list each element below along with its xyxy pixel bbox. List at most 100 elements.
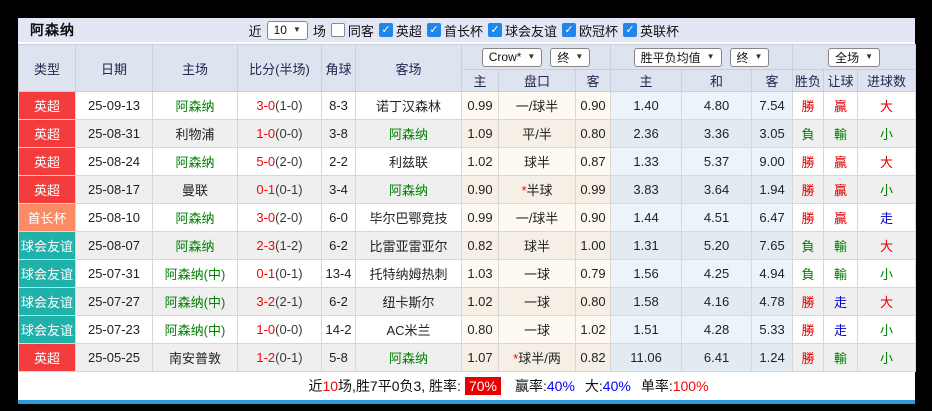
col-header-asia-home: 主 <box>461 69 499 92</box>
cell-date: 25-07-27 <box>75 287 153 316</box>
recent-games-select[interactable]: 10 ▼ <box>266 20 308 40</box>
cell-asia-away-odds: 0.90 <box>574 203 612 232</box>
cell-euro-home-odds: 1.51 <box>610 315 683 344</box>
chevron-down-icon: ▼ <box>706 52 715 61</box>
cell-asia-away-odds: 1.00 <box>574 231 612 260</box>
euro-odds-select[interactable]: 胜平负均值 ▼ <box>633 47 722 67</box>
checkbox-ucl[interactable]: ✓ <box>561 23 576 37</box>
cell-corners: 13-4 <box>321 259 356 288</box>
cell-euro-draw-odds: 4.51 <box>681 203 753 232</box>
col-header-date: 日期 <box>75 44 153 92</box>
cell-result: 勝 <box>792 315 825 344</box>
checkbox-club-friendly[interactable]: ✓ <box>487 23 502 37</box>
cell-goals-result: 小 <box>857 259 917 288</box>
cell-date: 25-08-31 <box>75 119 153 148</box>
single-rate-label: 单率: <box>640 378 673 394</box>
cell-euro-draw-odds: 3.64 <box>681 175 753 204</box>
cell-result: 勝 <box>792 203 825 232</box>
cell-away-team: 诺丁汉森林 <box>355 91 462 120</box>
cell-asia-home-odds: 0.99 <box>461 91 499 120</box>
cell-goals-result: 大 <box>857 287 917 316</box>
euro-odds-group: 胜平负均值 ▼ 终 ▼ <box>610 44 794 70</box>
cell-euro-away-odds: 9.00 <box>751 147 794 176</box>
cell-home-team: 阿森纳(中) <box>152 315 238 344</box>
filter-same-away[interactable]: ✓ 同客 <box>330 21 374 40</box>
full-time-score: 5-0 <box>256 154 276 169</box>
table-row: 英超 25-08-17 曼联 0-1(0-1) 3-4 阿森纳 0.90 *半球… <box>18 175 917 204</box>
full-time-score: 0-1 <box>256 182 276 197</box>
cell-euro-home-odds: 3.83 <box>610 175 683 204</box>
half-time-score: (1-2) <box>275 238 303 253</box>
col-header-type: 类型 <box>18 44 76 92</box>
cell-date: 25-05-25 <box>75 343 153 372</box>
filter-epl-label: 英超 <box>395 23 422 39</box>
asia-odds-state-select[interactable]: 终 ▼ <box>550 47 591 67</box>
half-time-score: (0-1) <box>275 350 303 365</box>
col-header-away: 客场 <box>355 44 462 92</box>
cell-date: 25-07-31 <box>75 259 153 288</box>
handicap-text: 一/球半 <box>515 99 559 114</box>
cell-result: 勝 <box>792 147 825 176</box>
cell-euro-away-odds: 4.94 <box>751 259 794 288</box>
col-header-euro-away: 客 <box>751 69 794 92</box>
handicap-text: 球半 <box>523 239 550 254</box>
cell-euro-home-odds: 1.31 <box>610 231 683 260</box>
cell-asia-home-odds: 0.82 <box>461 231 499 260</box>
games-suffix-label: 场 <box>312 23 326 39</box>
checkmark-icon: ✓ <box>490 23 500 36</box>
half-time-score: (2-1) <box>275 294 303 309</box>
cell-score: 3-0(1-0) <box>237 91 322 120</box>
win-rate-badge: 70% <box>464 377 501 395</box>
cell-asia-away-odds: 0.82 <box>574 343 612 372</box>
cell-handicap-result: 走 <box>823 287 859 316</box>
cell-home-team: 南安普敦 <box>152 343 238 372</box>
cell-corners: 6-2 <box>321 231 356 260</box>
checkbox-same-away[interactable]: ✓ <box>330 23 345 37</box>
odds-provider-value: Crow* <box>488 50 522 64</box>
checkbox-epl[interactable]: ✓ <box>378 23 393 37</box>
recent-label: 近 <box>248 23 262 39</box>
filter-epl[interactable]: ✓ 英超 <box>378 21 422 40</box>
cell-date: 25-09-13 <box>75 91 153 120</box>
euro-odds-state-value: 终 <box>736 50 749 65</box>
cell-home-team: 阿森纳 <box>152 147 238 176</box>
cell-asia-handicap: 一/球半 <box>498 203 576 232</box>
col-header-handicap-result: 让球 <box>823 69 859 92</box>
cell-asia-away-odds: 0.87 <box>574 147 612 176</box>
cell-competition: 球会友谊 <box>18 315 76 344</box>
filter-community-shield[interactable]: ✓ 首长杯 <box>426 21 483 40</box>
checkmark-icon: ✓ <box>625 23 635 36</box>
cell-euro-home-odds: 1.58 <box>610 287 683 316</box>
euro-odds-state-select[interactable]: 终 ▼ <box>729 47 770 67</box>
handicap-rate-value: 40% <box>546 378 575 394</box>
cell-result: 負 <box>792 119 825 148</box>
scope-select[interactable]: 全场 ▼ <box>828 47 880 67</box>
filter-ucl[interactable]: ✓ 欧冠杯 <box>561 21 618 40</box>
cell-euro-draw-odds: 5.20 <box>681 231 753 260</box>
cell-away-team: 阿森纳 <box>355 119 462 148</box>
checkbox-efl-cup[interactable]: ✓ <box>622 23 637 37</box>
odds-provider-select[interactable]: Crow* ▼ <box>481 47 543 67</box>
cell-asia-home-odds: 0.99 <box>461 203 499 232</box>
cell-euro-draw-odds: 6.41 <box>681 343 753 372</box>
over-rate-label: 大: <box>584 378 603 394</box>
cell-handicap-result: 贏 <box>823 203 859 232</box>
cell-euro-home-odds: 1.33 <box>610 147 683 176</box>
cell-away-team: 托特纳姆热刺 <box>355 259 462 288</box>
asia-odds-group: Crow* ▼ 终 ▼ <box>460 44 612 70</box>
filter-club-friendly[interactable]: ✓ 球会友谊 <box>487 21 557 40</box>
cell-euro-home-odds: 1.40 <box>610 91 683 120</box>
cell-goals-result: 大 <box>857 231 917 260</box>
cell-competition: 球会友谊 <box>18 259 76 288</box>
full-time-score: 3-0 <box>256 98 276 113</box>
cell-away-team: 阿森纳 <box>355 175 462 204</box>
checkbox-community-shield[interactable]: ✓ <box>426 23 441 37</box>
cell-score: 1-2(0-1) <box>237 343 322 372</box>
cell-asia-away-odds: 1.02 <box>574 315 612 344</box>
cell-euro-away-odds: 6.47 <box>751 203 794 232</box>
cell-home-team: 阿森纳(中) <box>152 287 238 316</box>
cell-goals-result: 小 <box>857 119 917 148</box>
cell-asia-away-odds: 0.99 <box>574 175 612 204</box>
filter-efl-cup[interactable]: ✓ 英联杯 <box>622 21 679 40</box>
full-time-score: 2-3 <box>256 238 276 253</box>
